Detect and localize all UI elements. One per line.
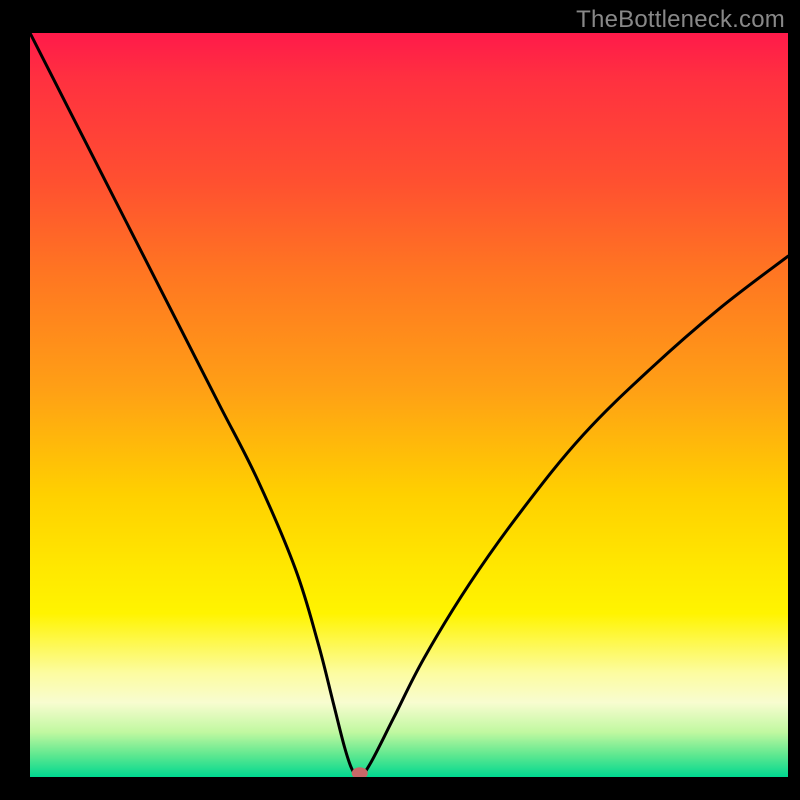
watermark-text: TheBottleneck.com [576,6,785,34]
bottleneck-curve [30,33,788,777]
minimum-marker [352,767,368,777]
plot-area [30,33,788,777]
chart-svg [30,33,788,777]
chart-container: TheBottleneck.com [0,0,800,800]
